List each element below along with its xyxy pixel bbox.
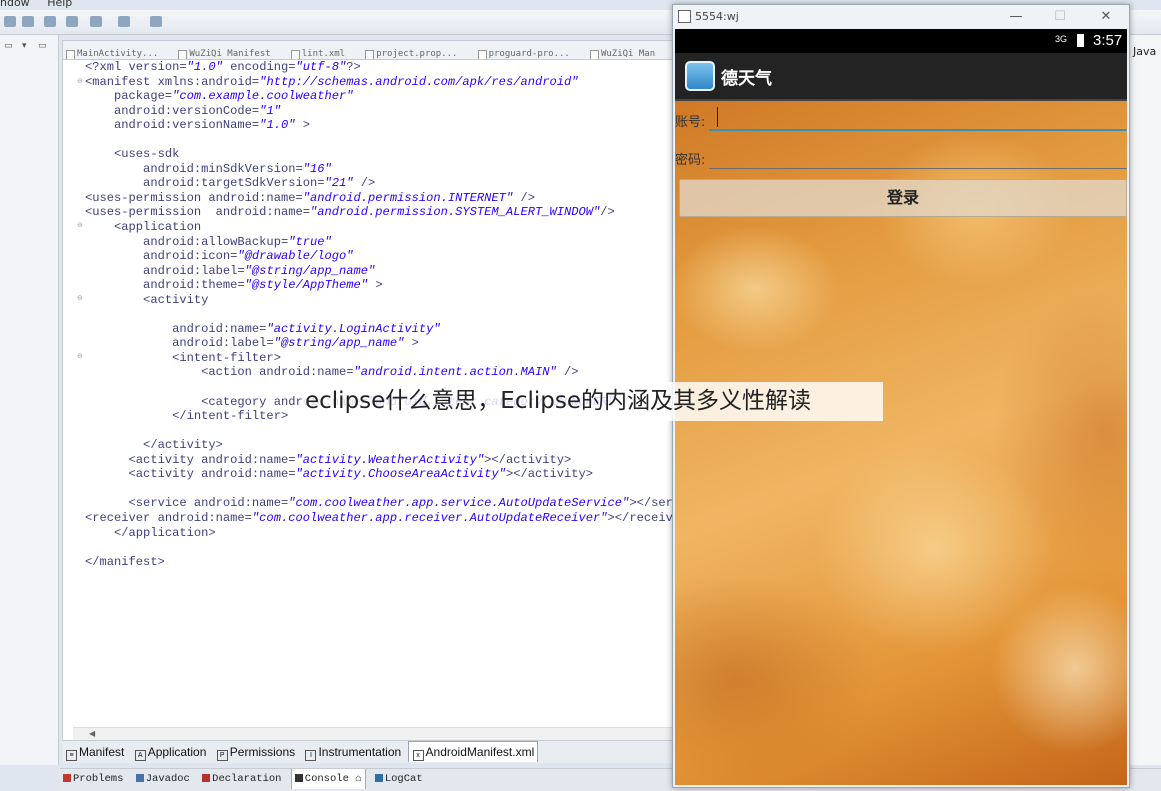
xml-file-icon: x xyxy=(412,750,424,761)
app-title: 德天气 xyxy=(721,69,772,89)
toolbar-pin-icon[interactable] xyxy=(150,16,162,27)
file-tab[interactable]: WuZiQi Man xyxy=(587,45,667,59)
tab-permissions[interactable]: P Permissions xyxy=(213,742,298,762)
permissions-icon: P xyxy=(216,750,228,761)
java-perspective-button[interactable]: Java xyxy=(1133,45,1156,58)
fold-icon[interactable]: ⊖ xyxy=(77,78,83,85)
application-icon: A xyxy=(134,750,146,761)
tab-label: Declaration xyxy=(212,773,282,785)
login-button[interactable]: 登录 xyxy=(679,179,1127,217)
tab-label: AndroidManifest.xml xyxy=(425,745,535,759)
tab-androidmanifest-xml[interactable]: x AndroidManifest.xml xyxy=(407,741,539,762)
scroll-left-icon[interactable]: ◀ xyxy=(89,729,95,738)
tab-label: Permissions xyxy=(229,745,296,759)
tab-label: LogCat xyxy=(384,773,423,785)
declaration-icon xyxy=(202,774,211,782)
text-cursor xyxy=(717,107,718,127)
console-icon xyxy=(294,774,303,782)
tab-logcat[interactable]: LogCat xyxy=(372,769,426,789)
signal-icon: 3G xyxy=(1055,34,1068,44)
minimize-icon[interactable]: ▭ xyxy=(4,41,13,51)
tab-console[interactable]: Console ⌂ xyxy=(290,769,366,789)
manifest-icon: ≡ xyxy=(66,750,77,761)
file-tab[interactable]: project.prop... xyxy=(362,45,469,59)
overlay-caption: eclipse什么意思，Eclipse的内涵及其多义性解读 xyxy=(303,382,883,421)
toolbar-folder-icon[interactable] xyxy=(90,16,102,27)
tab-application[interactable]: A Application xyxy=(131,742,210,762)
file-tab[interactable]: WuZiQi Manifest xyxy=(175,45,282,59)
javadoc-icon xyxy=(135,774,144,782)
fold-icon[interactable]: ⊖ xyxy=(77,353,83,360)
app-logo-icon xyxy=(685,61,715,91)
tab-manifest[interactable]: ≡ Manifest xyxy=(62,742,127,762)
fold-icon[interactable]: ⊖ xyxy=(77,295,83,302)
file-tab[interactable]: proguard-pro... xyxy=(475,45,582,59)
maximize-icon[interactable]: ☐ xyxy=(1045,7,1075,27)
android-status-bar: 3G 3:57 xyxy=(675,29,1127,53)
horizontal-scrollbar[interactable]: ◀ xyxy=(73,727,673,740)
menu-window[interactable]: ndow xyxy=(0,0,30,9)
tab-label: Manifest xyxy=(79,745,125,759)
tab-label: Problems xyxy=(73,773,124,785)
tab-declaration[interactable]: Declaration xyxy=(199,769,284,789)
instrumentation-icon: I xyxy=(305,750,317,761)
tab-label: Javadoc xyxy=(145,773,190,785)
action-bar: 德天气 xyxy=(675,53,1127,101)
code-text[interactable]: <?xml version="1.0" encoding="utf-8"?> <… xyxy=(85,60,709,569)
clock: 3:57 xyxy=(1093,32,1123,49)
tab-javadoc[interactable]: Javadoc xyxy=(133,769,193,789)
tab-label: Application xyxy=(147,745,207,759)
fold-icon[interactable]: ⊖ xyxy=(77,222,83,229)
menu-bar: ndow Help xyxy=(0,0,86,10)
tab-instrumentation[interactable]: I Instrumentation xyxy=(301,742,404,762)
window-title: 5554:wj xyxy=(695,10,739,23)
password-input[interactable] xyxy=(709,168,1127,169)
toolbar-debug-icon[interactable] xyxy=(66,16,78,27)
menu-help[interactable]: Help xyxy=(47,0,72,9)
tab-label: Console ⌂ xyxy=(304,773,362,785)
file-tab[interactable]: lint.xml xyxy=(288,45,357,59)
view-menu-icon[interactable]: ▾ xyxy=(22,41,27,51)
tab-problems[interactable]: Problems xyxy=(60,769,126,789)
window-app-icon xyxy=(678,10,691,23)
left-view-strip: ▭ ▾ ▭ xyxy=(0,35,59,765)
file-tab[interactable]: MainActivity... xyxy=(63,45,170,59)
password-label: 密码: xyxy=(675,153,706,168)
toolbar-forward-icon[interactable] xyxy=(118,16,130,27)
restore-icon[interactable]: ▭ xyxy=(38,41,47,51)
toolbar-run-icon[interactable] xyxy=(44,16,56,27)
toolbar-save-icon[interactable] xyxy=(22,16,34,27)
tab-label: Instrumentation xyxy=(318,745,402,759)
account-input[interactable] xyxy=(709,129,1127,131)
account-label: 账号: xyxy=(675,115,706,130)
toolbar-new-icon[interactable] xyxy=(4,16,16,27)
close-icon[interactable]: ✕ xyxy=(1091,7,1121,27)
editor-file-tabs: MainActivity... WuZiQi Manifest lint.xml… xyxy=(63,41,675,60)
battery-icon xyxy=(1077,34,1084,47)
perspective-strip: Java xyxy=(1128,35,1161,765)
problems-icon xyxy=(63,774,71,782)
logcat-icon xyxy=(374,774,383,782)
emulator-titlebar[interactable]: 5554:wj — ☐ ✕ xyxy=(673,5,1129,29)
minimize-icon[interactable]: — xyxy=(1001,7,1031,27)
